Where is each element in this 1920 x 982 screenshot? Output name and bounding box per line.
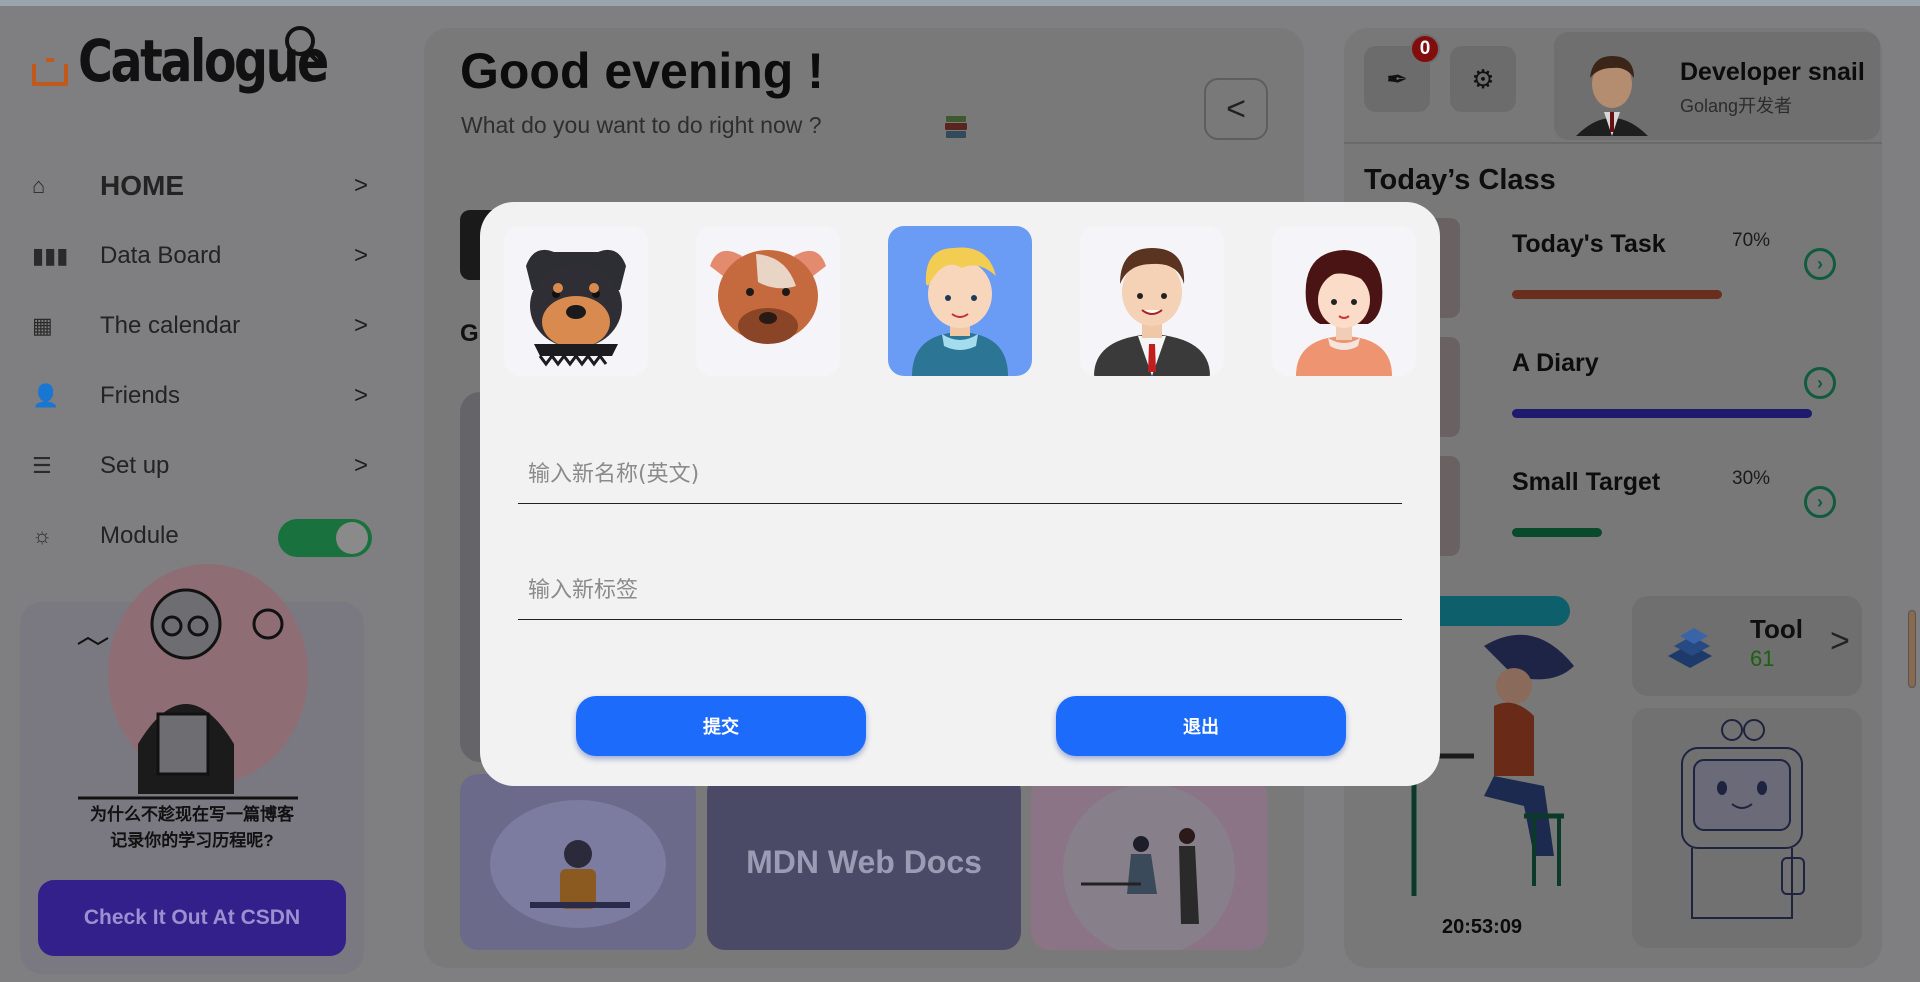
user-name: Developer snail — [1680, 58, 1865, 86]
sidebar-item-data-board[interactable]: ▮▮▮ Data Board > — [32, 221, 372, 291]
study-illustration — [490, 800, 666, 928]
divider — [1344, 142, 1882, 144]
class-percent: 70% — [1732, 230, 1771, 251]
class-name: Small Target — [1512, 468, 1661, 496]
sidebar-nav: ⌂ HOME > ▮▮▮ Data Board > ▦ The calendar… — [32, 151, 372, 571]
tool-card[interactable]: Tool 61 > — [1632, 596, 1862, 696]
class-name: Today's Task — [1512, 230, 1666, 258]
sidebar-item-label: HOME — [100, 170, 184, 201]
settings-button[interactable]: ⚙ — [1450, 46, 1516, 112]
avatar-option-girl[interactable] — [1272, 226, 1416, 376]
avatar-picker — [504, 226, 1416, 376]
sidebar-item-module: ☼ Module — [32, 501, 372, 571]
new-name-input[interactable] — [518, 430, 1402, 503]
database-icon: ☰ — [32, 453, 52, 478]
promo-line-1: 为什么不趁现在写一篇博客 — [90, 805, 294, 824]
logo: Catalogue — [32, 32, 381, 90]
greeting-title: Good evening ! — [460, 43, 824, 99]
blond-boy-avatar — [912, 247, 1008, 376]
bulldog-avatar — [710, 250, 826, 344]
exit-button[interactable]: 退出 — [1056, 696, 1346, 756]
tool-name: Tool — [1750, 614, 1803, 644]
logo-mark — [32, 58, 68, 86]
toolbox-icon — [1668, 628, 1712, 668]
module-toggle[interactable] — [278, 519, 372, 557]
user-card[interactable]: Developer snail Golang开发者 — [1554, 32, 1880, 140]
girl-avatar — [1296, 250, 1392, 376]
edit-profile-modal: 提交 退出 — [480, 202, 1440, 786]
robot-card[interactable] — [1632, 708, 1862, 948]
books-icon — [945, 116, 967, 138]
sidebar-item-label: Friends — [100, 382, 181, 409]
class-name: A Diary — [1512, 349, 1599, 377]
rottweiler-avatar — [526, 249, 626, 367]
mdn-label: MDN Web Docs — [746, 843, 982, 880]
greeting-subtitle: What do you want to do right now ? — [461, 112, 822, 138]
arrow-right-circle-icon[interactable]: › — [1804, 248, 1836, 280]
pen-icon: ✒ — [1386, 63, 1408, 94]
collapse-button[interactable]: < — [1204, 78, 1268, 140]
chevron-right-icon: > — [353, 382, 368, 409]
friends-icon: 👤 — [32, 383, 60, 408]
user-tag: Golang开发者 — [1680, 96, 1793, 116]
logo-search-icon — [285, 26, 315, 56]
gear-icon: ⚙ — [1471, 63, 1495, 94]
home-icon: ⌂ — [32, 173, 46, 198]
teal-progress-bar — [1440, 596, 1570, 626]
sidebar-item-home[interactable]: ⌂ HOME > — [32, 151, 372, 221]
arrow-right-circle-icon[interactable]: › — [1804, 367, 1836, 399]
class-title: Today’s Class — [1364, 164, 1556, 196]
tile-study-illustration[interactable] — [460, 774, 696, 950]
arrow-right-circle-icon[interactable]: › — [1804, 486, 1836, 518]
promo-line-2: 记录你的学习历程呢? — [110, 831, 274, 850]
class-progress-bar — [1512, 290, 1722, 299]
businessman-avatar — [1094, 248, 1210, 376]
writing-person-illustration — [77, 564, 308, 800]
blog-promo-card: 为什么不趁现在写一篇博客 记录你的学习历程呢? Check It Out At … — [20, 564, 364, 974]
sidebar-item-label: Data Board — [100, 242, 222, 269]
avatar-option-bulldog[interactable] — [696, 226, 840, 376]
sidebar-item-set-up[interactable]: ☰ Set up > — [32, 431, 372, 501]
promo-text: 为什么不趁现在写一篇博客 记录你的学习历程呢? — [20, 802, 364, 854]
sidebar: Catalogue ⌂ HOME > ▮▮▮ Data Board > ▦ Th… — [0, 6, 380, 976]
new-name-field — [518, 430, 1402, 504]
sidebar-item-calendar[interactable]: ▦ The calendar > — [32, 291, 372, 361]
class-progress-bar — [1512, 528, 1602, 537]
avatar-option-businessman[interactable] — [1080, 226, 1224, 376]
calendar-icon: ▦ — [32, 313, 53, 338]
clock: 20:53:09 — [1442, 916, 1523, 938]
workspace-illustration — [1063, 784, 1235, 950]
user-avatar — [1566, 40, 1658, 136]
notification-badge: 0 — [1410, 34, 1440, 64]
bar-chart-icon: ▮▮▮ — [32, 243, 69, 268]
sidebar-item-label: Set up — [100, 452, 170, 479]
tile-mdn-web-docs[interactable]: MDN Web Docs — [707, 774, 1021, 950]
robot-illustration — [1681, 719, 1805, 919]
new-tag-input[interactable] — [518, 546, 1402, 619]
sidebar-item-friends[interactable]: 👤 Friends > — [32, 361, 372, 431]
chevron-right-icon: > — [353, 312, 368, 339]
section-heading: G — [460, 320, 479, 347]
avatar-option-rottweiler[interactable] — [504, 226, 648, 376]
chevron-right-icon: > — [1830, 622, 1850, 660]
scrollbar-thumb[interactable] — [1908, 610, 1916, 688]
submit-button[interactable]: 提交 — [576, 696, 866, 756]
csdn-button[interactable]: Check It Out At CSDN — [38, 880, 346, 956]
avatar-option-blond-boy[interactable] — [888, 226, 1032, 376]
sun-icon: ☼ — [32, 523, 53, 548]
class-percent: 30% — [1732, 468, 1771, 489]
tile-workspace-illustration[interactable] — [1031, 774, 1267, 950]
chevron-right-icon: > — [353, 172, 368, 199]
sidebar-item-label: The calendar — [100, 312, 241, 339]
new-tag-field — [518, 546, 1402, 620]
chevron-right-icon: > — [353, 452, 368, 479]
chevron-right-icon: > — [353, 242, 368, 269]
sidebar-item-label: Module — [100, 522, 179, 549]
class-progress-bar — [1512, 409, 1812, 418]
tool-count: 61 — [1750, 646, 1775, 671]
